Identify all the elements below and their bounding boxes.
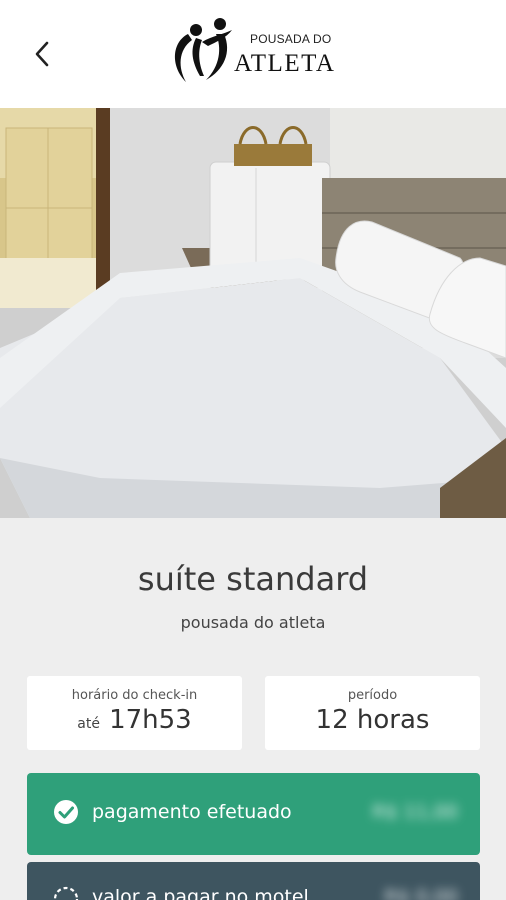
period-value: 12 horas: [315, 705, 430, 735]
chevron-left-icon: [35, 41, 49, 67]
checkin-card: horário do check-in até 17h53: [27, 676, 242, 750]
room-title: suíte standard: [137, 560, 369, 598]
payment-pending-label: valor a pagar no motel: [92, 886, 309, 900]
period-label: período: [347, 688, 398, 703]
athlete-logo-icon: [174, 18, 232, 82]
check-circle-icon: [54, 800, 78, 824]
payment-done-label: pagamento efetuado: [92, 801, 292, 823]
logo-main-text: ATLETA: [234, 50, 336, 77]
payment-done-bar[interactable]: pagamento efetuado R$ 11,00: [27, 773, 480, 855]
back-button[interactable]: [24, 36, 60, 72]
payment-pending-bar[interactable]: valor a pagar no motel R$ 0,00: [27, 862, 480, 900]
room-photo: [0, 108, 506, 518]
dashed-circle-icon: [53, 886, 79, 900]
payment-pending-amount: R$ 0,00: [384, 886, 458, 900]
property-name: pousada do atleta: [180, 613, 326, 632]
logo-top-text: POUSADA DO: [250, 32, 332, 46]
brand-logo: POUSADA DO ATLETA: [166, 16, 342, 92]
room-photo-illustration: [0, 108, 506, 518]
app-header: POUSADA DO ATLETA: [0, 0, 506, 108]
checkin-time: 17h53: [109, 705, 192, 735]
period-card: período 12 horas: [265, 676, 480, 750]
checkin-prefix: até: [77, 716, 100, 732]
checkin-label: horário do check-in: [71, 688, 198, 703]
payment-done-amount: R$ 11,00: [372, 801, 458, 823]
